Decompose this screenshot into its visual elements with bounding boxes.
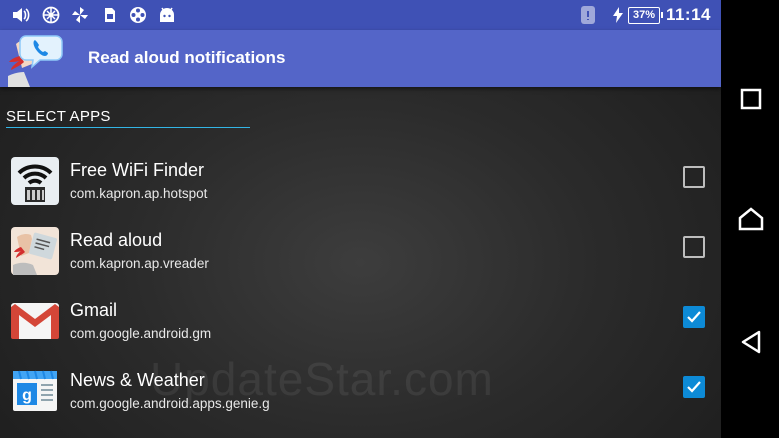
gmail-icon <box>11 297 59 345</box>
recents-button[interactable] <box>737 85 765 113</box>
sim-icon <box>100 5 120 25</box>
svg-text:g: g <box>22 387 32 404</box>
app-checkbox[interactable] <box>683 306 705 328</box>
film-reel-icon <box>128 5 148 25</box>
app-title: Read aloud notifications <box>88 48 286 67</box>
section-title: SELECT APPS <box>6 108 111 125</box>
app-row-read-aloud[interactable]: Read aloud com.kapron.ap.vreader <box>0 219 721 289</box>
watermark: UpdateStar.com <box>150 353 494 405</box>
navigation-bar <box>721 0 779 438</box>
clock: 11:14 <box>665 5 711 24</box>
android-icon <box>157 5 177 25</box>
app-package: com.kapron.ap.vreader <box>70 256 209 271</box>
section-divider <box>6 127 250 128</box>
app-name: Gmail <box>70 300 118 320</box>
back-triangle-icon <box>741 330 761 354</box>
read-aloud-logo <box>0 30 72 87</box>
home-button[interactable] <box>737 205 765 233</box>
app-checkbox[interactable] <box>683 376 705 398</box>
wifi-finder-icon <box>11 157 59 205</box>
no-network-icon <box>41 5 61 25</box>
home-icon <box>738 207 764 231</box>
app-name: Free WiFi Finder <box>70 160 205 180</box>
news-weather-icon: g <box>11 367 59 415</box>
app-bar: Read aloud notifications <box>0 30 721 87</box>
app-checkbox[interactable] <box>683 236 705 258</box>
app-name: Read aloud <box>70 230 163 250</box>
read-aloud-icon <box>11 227 59 275</box>
battery-level: 37% <box>628 7 663 24</box>
square-icon <box>740 88 762 110</box>
status-bar: 37% 11:14 <box>0 0 721 30</box>
app-package: com.kapron.ap.hotspot <box>70 186 208 201</box>
checkmark-icon <box>687 381 701 393</box>
phone-notification-icon <box>578 5 598 25</box>
back-button[interactable] <box>737 328 765 356</box>
fan-icon <box>70 5 90 25</box>
checkmark-icon <box>687 311 701 323</box>
app-screen: 37% 11:14 Read aloud notifications SELEC… <box>0 0 721 438</box>
charging-icon <box>608 5 628 25</box>
volume-icon <box>11 5 31 25</box>
app-row-wifi-finder[interactable]: Free WiFi Finder com.kapron.ap.hotspot <box>0 149 721 219</box>
app-checkbox[interactable] <box>683 166 705 188</box>
app-package: com.google.android.gm <box>70 326 212 341</box>
app-row-gmail[interactable]: Gmail com.google.android.gm <box>0 289 721 359</box>
